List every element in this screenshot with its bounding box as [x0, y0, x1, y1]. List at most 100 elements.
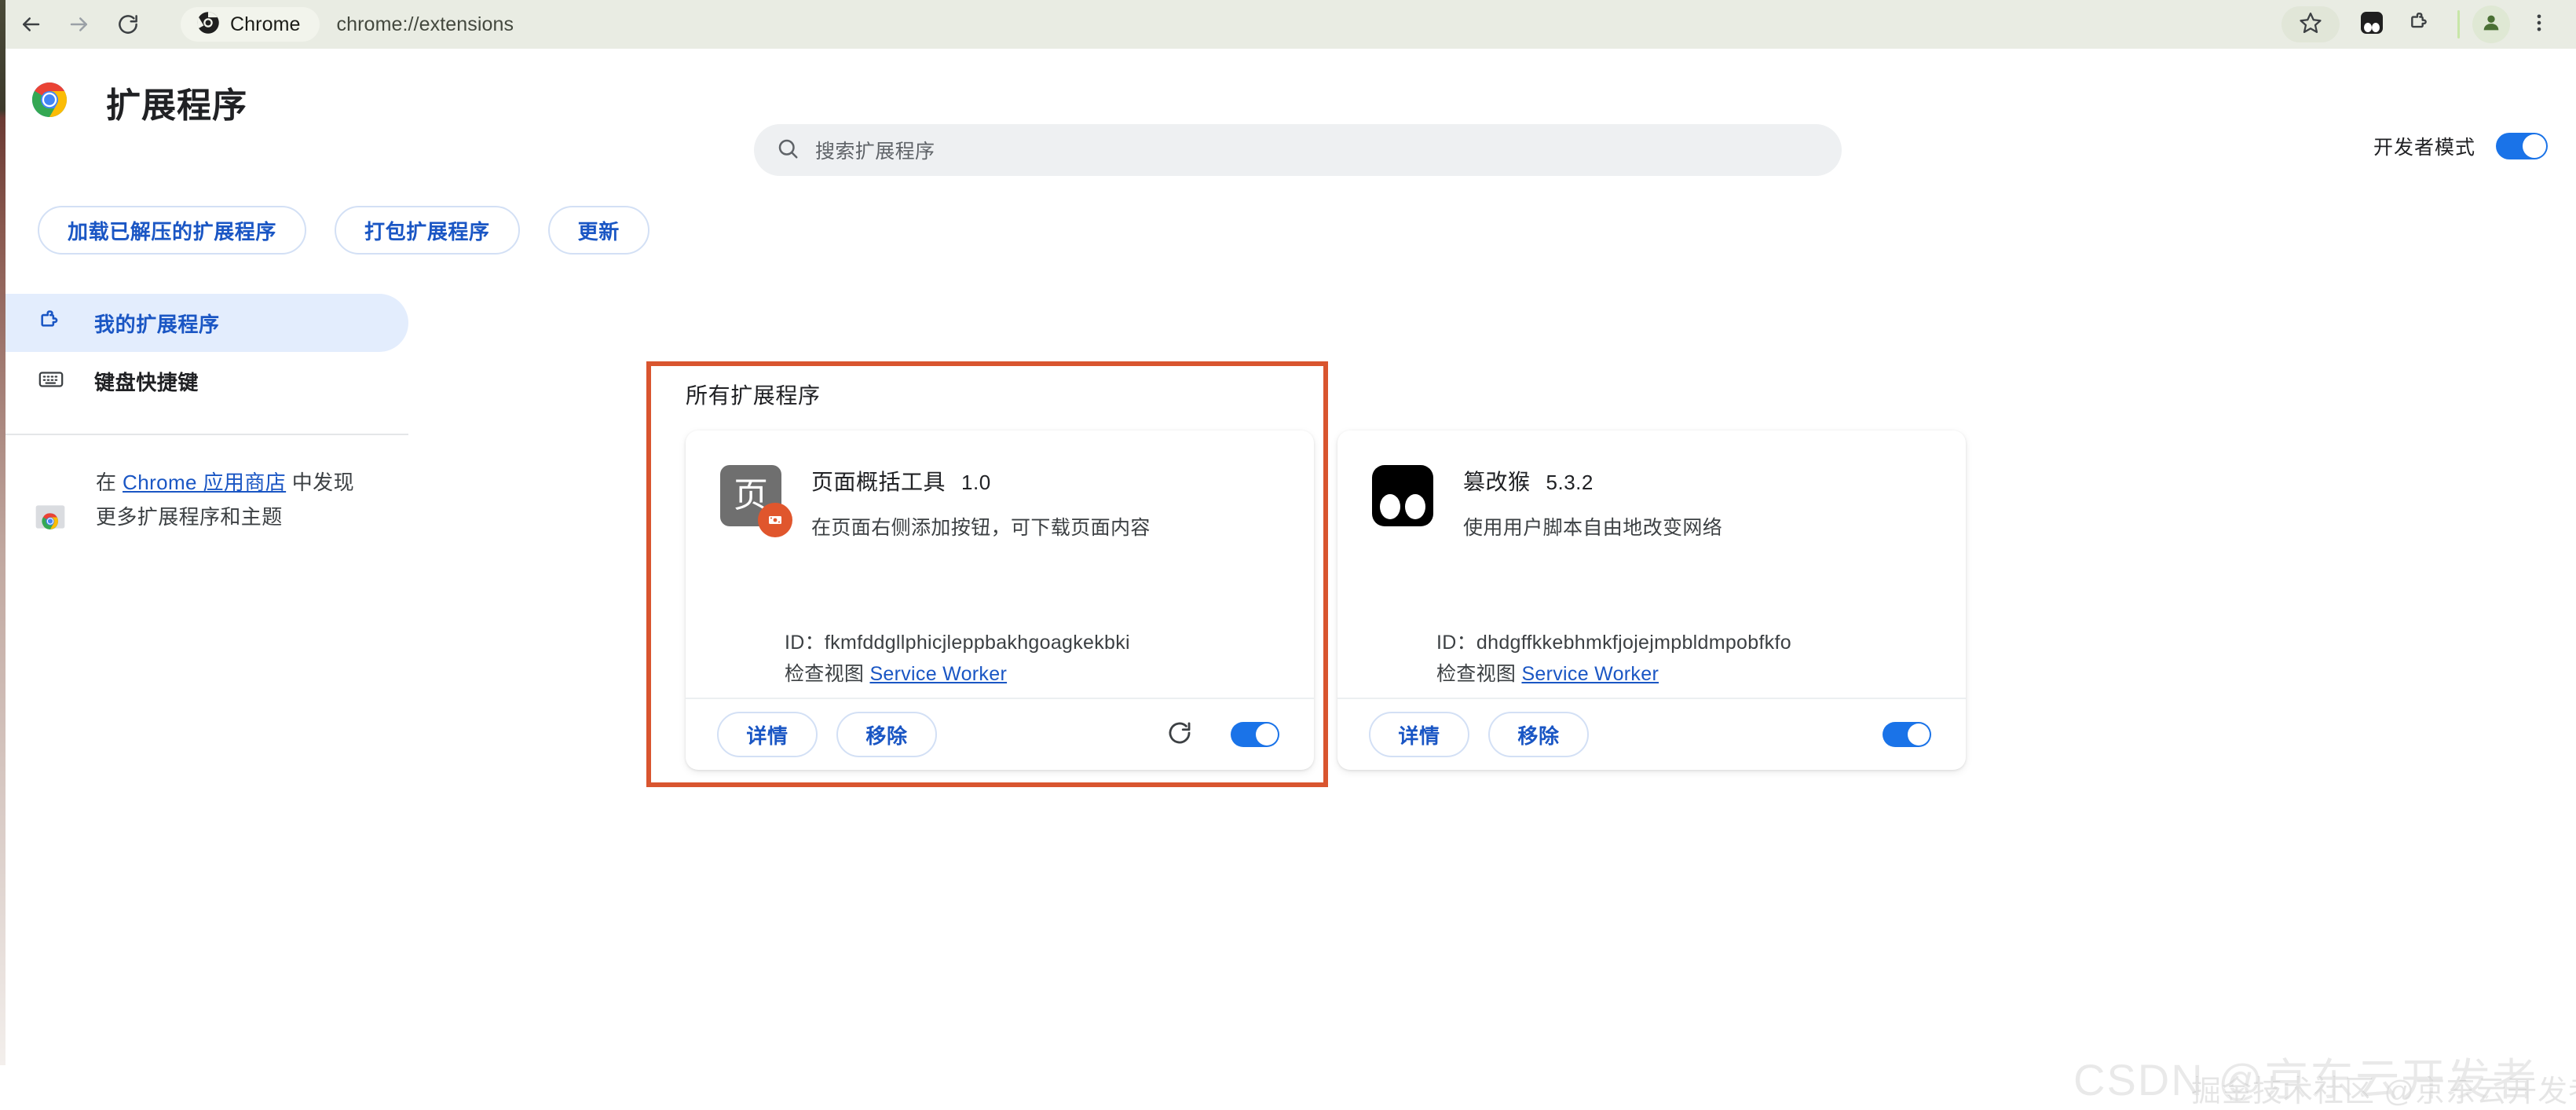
unpacked-extension-badge-icon: [758, 503, 792, 537]
extension-meta: ID：dhdgffkkebhmkfjojejmpbldmpobfkfo 检查视图…: [1436, 627, 1791, 690]
tampermonkey-eye-right: [1405, 494, 1425, 519]
tampermonkey-toolbar-button[interactable]: [2347, 0, 2396, 49]
sidebar: 我的扩展程序 键盘快捷键: [0, 294, 408, 538]
toolbar-right-group: [2281, 0, 2563, 49]
extension-name: 页面概括工具: [811, 465, 946, 496]
details-button[interactable]: 详情: [717, 712, 818, 757]
sidebar-item-label: 键盘快捷键: [94, 367, 199, 396]
developer-mode-toggle[interactable]: [2496, 133, 2548, 159]
omnibox-url-text[interactable]: chrome://extensions: [337, 13, 514, 36]
extension-name-row: 页面概括工具 1.0: [811, 465, 1151, 496]
toggle-knob: [2523, 134, 2546, 158]
extension-description: 在页面右侧添加按钮，可下载页面内容: [811, 512, 1151, 540]
action-button-row: 加载已解压的扩展程序 打包扩展程序 更新: [38, 206, 649, 255]
extension-info: 篡改猴 5.3.2 使用用户脚本自由地改变网络: [1463, 465, 1722, 540]
search-input[interactable]: 搜索扩展程序: [754, 124, 1842, 176]
remove-button[interactable]: 移除: [836, 712, 937, 757]
store-promo-line2: 更多扩展程序和主题: [96, 505, 283, 529]
search-placeholder: 搜索扩展程序: [815, 136, 935, 164]
developer-mode-label: 开发者模式: [2373, 132, 2475, 160]
chrome-web-store-promo[interactable]: 在 Chrome 应用商店 中发现 更多扩展程序和主题: [0, 465, 408, 538]
extension-id-line: ID：fkmfddgllphicjleppbakhgoagkekbki: [785, 627, 1130, 658]
extensions-page: 扩展程序 搜索扩展程序 开发者模式 加载已解压的扩展程序 打包扩展程序 更新: [0, 49, 2576, 1065]
chrome-logo-mono-icon: [196, 11, 220, 38]
pack-extension-button[interactable]: 打包扩展程序: [335, 206, 520, 255]
extension-inspect-line: 检查视图 Service Worker: [785, 658, 1130, 690]
arrow-right-icon: [68, 13, 91, 36]
extension-id-line: ID：dhdgffkkebhmkfjojejmpbldmpobfkfo: [1436, 627, 1791, 658]
developer-mode-control[interactable]: 开发者模式: [2373, 132, 2548, 160]
extension-card[interactable]: 页 页面概括工具 1.0 在页面右侧添加按钮，可下载页面内容: [686, 430, 1314, 770]
extension-card-top: 页 页面概括工具 1.0 在页面右侧添加按钮，可下载页面内容: [686, 430, 1314, 540]
browser-menu-button[interactable]: [2515, 0, 2563, 49]
extension-info: 页面概括工具 1.0 在页面右侧添加按钮，可下载页面内容: [811, 465, 1151, 540]
tampermonkey-eye-left: [1380, 494, 1400, 519]
star-icon: [2299, 11, 2322, 38]
profile-button[interactable]: [2472, 5, 2510, 43]
juejin-watermark: 掘金技术社区 @京东云开发者: [2191, 1067, 2576, 1110]
store-promo-prefix: 在: [96, 471, 123, 494]
chrome-logo-icon: [31, 82, 68, 118]
extension-enabled-toggle[interactable]: [1231, 722, 1279, 747]
toggle-knob: [1256, 724, 1278, 745]
extension-description: 使用用户脚本自由地改变网络: [1463, 512, 1722, 540]
forward-button[interactable]: [55, 0, 104, 49]
extension-card-footer: 详情 移除: [1337, 698, 1966, 770]
reload-icon: [116, 13, 140, 36]
extension-card-footer: 详情 移除: [686, 698, 1314, 770]
omnibox[interactable]: Chrome chrome://extensions: [181, 4, 2152, 45]
omnibox-chip-label: Chrome: [230, 13, 301, 36]
back-button[interactable]: [6, 0, 55, 49]
puzzle-piece-icon: [2408, 10, 2433, 39]
page-title: 扩展程序: [106, 77, 247, 127]
window-left-edge: [0, 0, 5, 1065]
extension-icon: [1372, 465, 1433, 526]
section-title-all-extensions: 所有扩展程序: [686, 379, 821, 410]
toolbar-divider: [2457, 10, 2460, 38]
details-button[interactable]: 详情: [1369, 712, 1469, 757]
extension-icon: 页: [720, 465, 781, 526]
extension-id-label: ID：: [1436, 632, 1476, 654]
csdn-watermark: CSDN @京东云开发者: [2073, 1045, 2538, 1108]
arrow-left-icon: [19, 13, 42, 36]
extension-version: 1.0: [961, 471, 991, 495]
extension-enabled-toggle[interactable]: [1883, 722, 1931, 747]
omnibox-chrome-chip[interactable]: Chrome: [181, 7, 320, 42]
extension-id-label: ID：: [785, 632, 825, 654]
extension-inspect-line: 检查视图 Service Worker: [1436, 658, 1791, 690]
browser-toolbar: Chrome chrome://extensions: [0, 0, 2576, 49]
load-unpacked-button[interactable]: 加载已解压的扩展程序: [38, 206, 306, 255]
store-promo-text: 在 Chrome 应用商店 中发现 更多扩展程序和主题: [96, 465, 354, 538]
extensions-header: 扩展程序 搜索扩展程序 开发者模式: [0, 49, 2576, 116]
sidebar-item-my-extensions[interactable]: 我的扩展程序: [0, 294, 408, 352]
reload-extension-button[interactable]: [1166, 720, 1193, 750]
extension-id-value: fkmfddgllphicjleppbakhgoagkekbki: [825, 632, 1130, 654]
reload-icon: [1166, 720, 1193, 750]
person-icon: [2480, 12, 2502, 38]
extension-name-row: 篡改猴 5.3.2: [1463, 465, 1722, 496]
store-promo-suffix: 中发现: [286, 471, 354, 494]
sidebar-item-keyboard-shortcuts[interactable]: 键盘快捷键: [0, 352, 408, 410]
extension-version: 5.3.2: [1546, 471, 1594, 495]
update-button[interactable]: 更新: [548, 206, 649, 255]
extension-name: 篡改猴: [1463, 465, 1531, 496]
sidebar-item-label: 我的扩展程序: [94, 309, 220, 338]
chrome-web-store-link[interactable]: Chrome 应用商店: [123, 471, 286, 494]
chrome-store-icon: [33, 500, 68, 538]
extensions-toolbar-button[interactable]: [2396, 0, 2445, 49]
inspect-views-label: 检查视图: [1436, 663, 1516, 685]
remove-button[interactable]: 移除: [1488, 712, 1589, 757]
extension-card-top: 篡改猴 5.3.2 使用用户脚本自由地改变网络: [1337, 430, 1966, 540]
toggle-knob: [1908, 724, 1930, 745]
tampermonkey-icon: [1372, 465, 1433, 526]
three-dot-menu-icon: [2528, 12, 2550, 38]
bookmark-button[interactable]: [2281, 6, 2340, 42]
puzzle-piece-icon: [38, 308, 64, 339]
extension-id-value: dhdgffkkebhmkfjojejmpbldmpobfkfo: [1476, 632, 1791, 654]
extension-card[interactable]: 篡改猴 5.3.2 使用用户脚本自由地改变网络 ID：dhdgffkkebhmk…: [1337, 430, 1966, 770]
extension-meta: ID：fkmfddgllphicjleppbakhgoagkekbki 检查视图…: [785, 627, 1130, 690]
keyboard-icon: [38, 366, 64, 397]
service-worker-link[interactable]: Service Worker: [1521, 663, 1659, 685]
service-worker-link[interactable]: Service Worker: [869, 663, 1007, 685]
reload-button[interactable]: [104, 0, 152, 49]
